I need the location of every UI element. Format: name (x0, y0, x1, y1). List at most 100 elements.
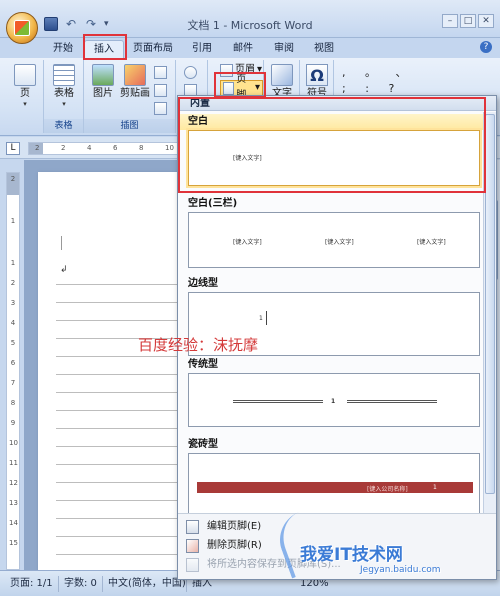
colon-char[interactable]: : (365, 82, 377, 95)
ruler-tick: 4 (87, 144, 92, 152)
office-button[interactable] (6, 12, 38, 44)
vruler-tick: 11 (9, 459, 18, 467)
tab-stop-selector[interactable]: L (6, 142, 20, 155)
edit-footer-menu-item[interactable]: 编辑页脚(E) (186, 518, 261, 536)
footer-option-tile[interactable]: 瓷砖型 [键入公司名称] 1 (178, 437, 484, 515)
pages-button[interactable]: 页 ▾ (10, 62, 40, 108)
period-char[interactable]: 。 (365, 66, 384, 79)
gallery-scroll-thumb[interactable] (485, 114, 495, 494)
placeholder-text: [键入文字] (233, 239, 262, 246)
minimize-button[interactable]: – (442, 14, 458, 28)
chevron-down-icon: ▾ (254, 82, 260, 93)
help-icon[interactable]: ? (480, 41, 492, 53)
tab-mailings[interactable]: 邮件 (226, 40, 260, 58)
picture-button[interactable]: 图片 (88, 62, 118, 100)
remove-footer-menu-item[interactable]: 删除页脚(R) (186, 537, 262, 555)
ruler-tick: 2 (61, 144, 66, 152)
title-bar: ↶ ↷ ▾ 文档 1 - Microsoft Word – □ ✕ (0, 0, 500, 44)
tables-group-label: 表格 (44, 119, 83, 133)
vruler-tick: 7 (10, 379, 16, 387)
chevron-down-icon: ▾ (23, 100, 27, 108)
vruler-tick: 2 (10, 175, 16, 183)
chart-button[interactable] (154, 100, 167, 116)
table-button-label: 表格 (54, 88, 74, 99)
gallery-scrollbar[interactable]: ▼ (483, 112, 496, 522)
ruler-tick: 8 (139, 144, 144, 152)
chart-icon (154, 101, 167, 115)
vruler-tick: 6 (10, 359, 16, 367)
remove-footer-label: 删除页脚(R) (207, 540, 262, 551)
chevron-down-icon: ▾ (257, 64, 263, 75)
footer-button[interactable]: 页脚 ▾ (220, 74, 263, 101)
smartart-icon (154, 83, 167, 97)
pages-group: 页 ▾ (6, 60, 44, 133)
ribbon-tabs: 开始 插入 页面布局 引用 邮件 审阅 视图 ? (0, 38, 500, 58)
footer-option-title: 空白(三栏) (188, 198, 238, 209)
ruler-tick: 10 (165, 144, 174, 152)
vruler-tick: 3 (10, 299, 16, 307)
page-number: 1 (331, 398, 336, 405)
hyperlink-button[interactable] (184, 64, 197, 80)
footer-option-traditional[interactable]: 传统型 1 (178, 357, 484, 427)
clipart-button[interactable]: 剪贴画 (120, 62, 150, 100)
site-watermark: 我爱IT技术网 Jegyan.baidu.com (271, 501, 441, 579)
maximize-button[interactable]: □ (460, 14, 476, 28)
status-words[interactable]: 字数: 0 (64, 576, 97, 592)
footer-icon (223, 81, 235, 95)
footer-option-blank[interactable]: 空白 [键入文字] (178, 114, 484, 186)
shapes-icon (154, 65, 167, 79)
tab-page-layout[interactable]: 页面布局 (128, 40, 178, 58)
vruler-tick: 1 (10, 217, 16, 225)
vertical-ruler[interactable]: 2 1 1 2 3 4 5 6 7 8 9 10 11 12 13 14 15 (6, 172, 20, 570)
placeholder-text: [键入文字] (325, 239, 354, 246)
tab-references[interactable]: 引用 (184, 40, 220, 58)
tab-review[interactable]: 审阅 (266, 40, 302, 58)
smartart-button[interactable] (154, 82, 167, 98)
comma-char[interactable]: , (342, 66, 354, 79)
clipart-button-label: 剪贴画 (120, 88, 150, 99)
footer-preview: [键入文字] [键入文字] [键入文字] (188, 212, 480, 268)
vruler-tick: 10 (9, 439, 18, 447)
illustrations-group-label: 插图 (84, 119, 175, 133)
tab-home[interactable]: 开始 (46, 40, 80, 58)
footer-preview: [键入公司名称] 1 (188, 453, 480, 515)
save-selection-icon (186, 558, 199, 572)
table-button[interactable]: 表格 ▾ (49, 62, 79, 108)
footer-option-title: 边线型 (188, 278, 218, 289)
vruler-tick: 14 (9, 519, 18, 527)
close-button[interactable]: ✕ (478, 14, 494, 28)
chevron-down-icon: ▾ (62, 100, 66, 108)
window-controls: – □ ✕ (442, 14, 494, 28)
tab-view[interactable]: 视图 (306, 40, 342, 58)
shapes-button[interactable] (154, 64, 167, 80)
page-icon (14, 64, 36, 86)
tab-insert[interactable]: 插入 (84, 40, 124, 58)
footer-option-title: 空白 (178, 114, 484, 130)
footer-option-title: 瓷砖型 (188, 439, 218, 450)
status-page[interactable]: 页面: 1/1 (10, 576, 53, 592)
tables-group: 表格 ▾ 表格 (44, 60, 84, 133)
paragraph-mark: ↲ (60, 265, 68, 275)
rule-right (347, 400, 437, 403)
enum-comma-char[interactable]: 、 (396, 66, 415, 79)
pages-button-label: 页 (20, 88, 30, 99)
tile-band: [键入公司名称] 1 (197, 482, 473, 493)
window-title: 文档 1 - Microsoft Word (187, 19, 313, 32)
page-number: 1 (259, 315, 263, 322)
status-language[interactable]: 中文(简体，中国) (108, 576, 186, 592)
footer-option-blank-three[interactable]: 空白(三栏) [键入文字] [键入文字] [键入文字] (178, 196, 484, 268)
footer-preview: [键入文字] (188, 130, 480, 186)
vruler-tick: 9 (10, 419, 16, 427)
globe-icon (184, 65, 197, 79)
header-icon (220, 63, 233, 77)
textbox-icon (271, 64, 293, 86)
ruler-tick: 2 (35, 144, 40, 152)
question-char[interactable]: ? (388, 82, 402, 95)
placeholder-text: [键入文字] (233, 155, 262, 162)
company-placeholder: [键入公司名称] (367, 486, 408, 493)
baidu-watermark: 百度经验：沫抚摩 (138, 336, 259, 354)
semicolon-char[interactable]: ; (342, 82, 354, 95)
rule-left (233, 400, 323, 403)
special-chars-row-2: ; : ? (342, 82, 402, 95)
vruler-tick: 1 (10, 259, 16, 267)
